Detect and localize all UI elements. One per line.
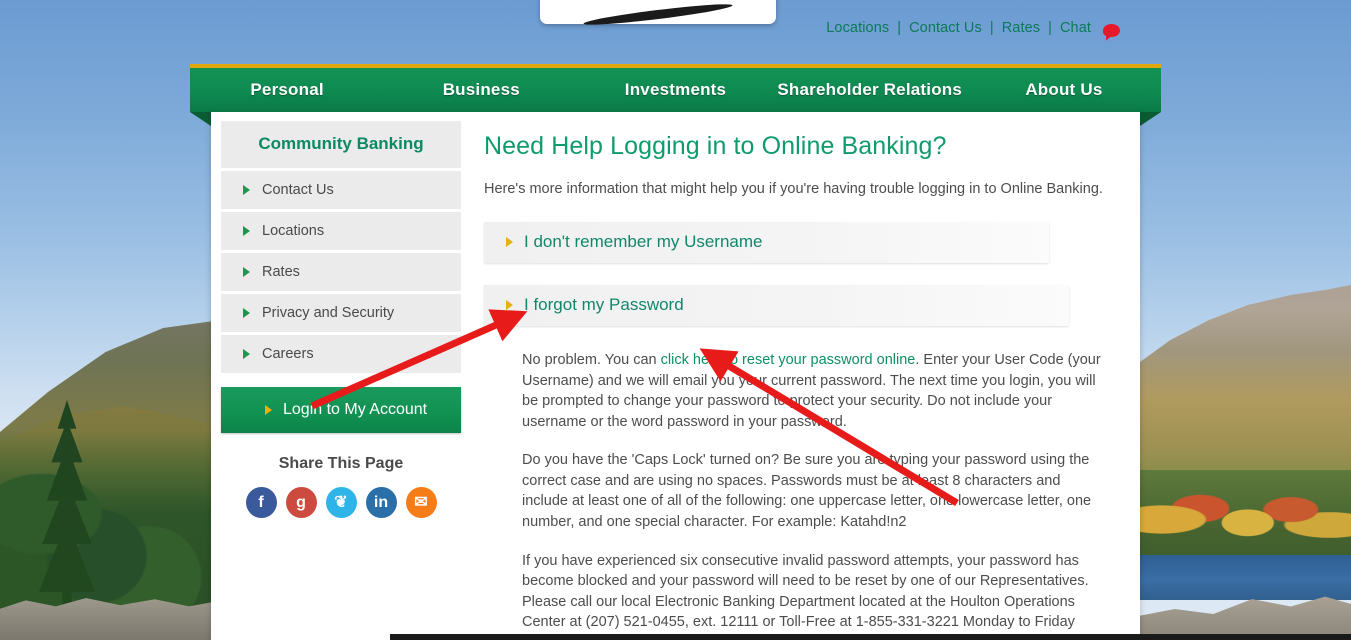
accordion-header-password[interactable]: I forgot my Password [484, 285, 1069, 327]
nav-item-business[interactable]: Business [384, 80, 578, 100]
sidebar-item-privacy-and-security[interactable]: Privacy and Security [221, 291, 461, 332]
sidebar: Community Banking Contact Us Locations R… [221, 121, 461, 518]
accordion-label: I don't remember my Username [524, 232, 763, 252]
nav-item-about-us[interactable]: About Us [967, 80, 1161, 100]
utility-link-rates[interactable]: Rates [1002, 20, 1040, 36]
sidebar-heading: Community Banking [221, 121, 461, 168]
google-plus-icon[interactable]: g [285, 487, 317, 518]
accordion-header-username[interactable]: I don't remember my Username [484, 222, 1049, 264]
triangle-bullet-icon [506, 300, 513, 311]
site-container: Locations | Contact Us | Rates | Chat Pe… [190, 0, 1161, 640]
email-icon[interactable]: ✉ [405, 487, 437, 518]
utility-separator: | [989, 20, 994, 36]
triangle-bullet-icon [243, 226, 250, 236]
login-button-label: Login to My Account [283, 401, 428, 418]
triangle-bullet-icon [265, 405, 272, 415]
panel-paragraph-2: Do you have the 'Caps Lock' turned on? B… [522, 452, 1092, 531]
content-area: Community Banking Contact Us Locations R… [211, 112, 1140, 640]
panel-paragraph-1: No problem. You can click here to reset … [522, 350, 1104, 432]
utility-separator: | [897, 20, 902, 36]
main-nav: Personal Business Investments Shareholde… [190, 64, 1161, 126]
screenshot-root: Locations | Contact Us | Rates | Chat Pe… [0, 0, 1351, 640]
utility-link-locations[interactable]: Locations [826, 20, 889, 36]
main-nav-wrapper: Personal Business Investments Shareholde… [190, 64, 1161, 126]
sidebar-item-rates[interactable]: Rates [221, 250, 461, 291]
sidebar-item-contact-us[interactable]: Contact Us [221, 168, 461, 209]
triangle-bullet-icon [243, 267, 250, 277]
nav-item-shareholder-relations[interactable]: Shareholder Relations [773, 80, 967, 100]
logo-swoosh-icon [583, 0, 733, 29]
utility-nav: Locations | Contact Us | Rates | Chat [826, 20, 1120, 37]
sidebar-item-careers[interactable]: Careers [221, 332, 461, 373]
sidebar-item-label: Rates [262, 264, 300, 280]
sidebar-item-label: Locations [262, 223, 325, 239]
panel-paragraph-3: If you have experienced six consecutive … [522, 552, 1089, 640]
reset-password-link[interactable]: click here to reset your password online [661, 352, 916, 368]
main-column: Need Help Logging in to Online Banking? … [484, 132, 1114, 640]
triangle-bullet-icon [243, 185, 250, 195]
nav-item-investments[interactable]: Investments [578, 80, 772, 100]
site-logo-panel[interactable] [540, 0, 776, 29]
page-title: Need Help Logging in to Online Banking? [484, 132, 947, 160]
sidebar-item-label: Careers [262, 346, 314, 362]
triangle-bullet-icon [243, 349, 250, 359]
bottom-bar [390, 634, 1351, 640]
triangle-bullet-icon [506, 237, 513, 248]
utility-link-chat[interactable]: Chat [1060, 20, 1091, 36]
facebook-icon[interactable]: f [245, 487, 277, 518]
linkedin-icon[interactable]: in [365, 487, 397, 518]
chat-bubble-icon[interactable] [1103, 23, 1120, 37]
sidebar-item-label: Privacy and Security [262, 305, 395, 321]
accordion-label: I forgot my Password [524, 295, 684, 315]
sidebar-item-label: Contact Us [262, 182, 334, 198]
utility-separator: | [1048, 20, 1052, 36]
intro-text: Here's more information that might help … [484, 181, 1103, 197]
nav-item-personal[interactable]: Personal [190, 80, 384, 100]
accordion-panel-password: No problem. You can click here to reset … [522, 350, 1104, 640]
sidebar-item-locations[interactable]: Locations [221, 209, 461, 250]
triangle-bullet-icon [243, 308, 250, 318]
share-this-page-title: Share This Page [278, 455, 404, 472]
login-to-my-account-button[interactable]: Login to My Account [221, 387, 461, 433]
twitter-icon[interactable]: ❦ [325, 487, 357, 518]
utility-link-contact-us[interactable]: Contact Us [909, 20, 982, 36]
background-lake-right [1136, 555, 1351, 600]
social-share-row: f g ❦ in ✉ [221, 487, 461, 518]
panel-p1-before: No problem. You can [522, 352, 661, 369]
